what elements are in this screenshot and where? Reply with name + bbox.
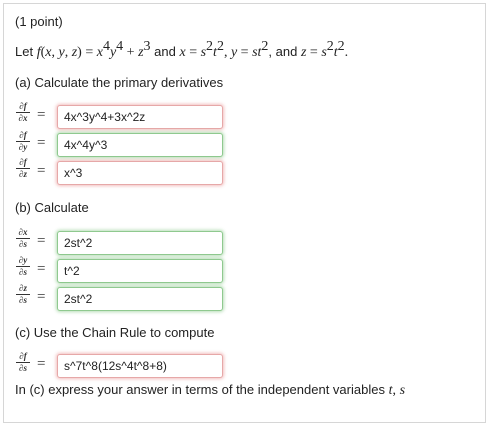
part-b-heading: (b) Calculate [15, 200, 89, 215]
partial-f-y: ∂f ∂y [16, 131, 30, 152]
answer-field-df-dz[interactable]: x^3 [57, 161, 223, 185]
answer-field-dx-ds[interactable]: 2st^2 [57, 231, 223, 255]
answer-field-df-dx[interactable]: 4x^3y^4+3x^2z [57, 105, 223, 129]
partial-y-s: ∂y ∂s [16, 256, 30, 277]
part-c-note: In (c) express your answer in terms of t… [15, 382, 405, 399]
part-a-heading: (a) Calculate the primary derivatives [15, 75, 224, 90]
problem-statement: Let f(x, y, z) = x4y4 + z3 and x = s2t2,… [15, 39, 349, 61]
partial-z-s: ∂z ∂s [16, 284, 30, 305]
equals-sign: = [37, 261, 46, 277]
note-comma: , [392, 383, 396, 398]
part-c-heading: (c) Use the Chain Rule to compute [15, 325, 215, 340]
answer-field-df-ds[interactable]: s^7t^8(12s^4t^8+8) [57, 354, 223, 378]
equals-sign: = [37, 163, 46, 179]
note-text: In (c) express your answer in terms of t… [15, 382, 385, 397]
comma-and: , and [268, 44, 298, 59]
partial-f-s: ∂f ∂s [16, 352, 30, 373]
let-word: Let [15, 44, 34, 59]
equals-sign: = [37, 107, 46, 123]
equals-sign: = [37, 289, 46, 305]
equals-sign: = [37, 233, 46, 249]
partial-x-s: ∂x ∂s [16, 228, 30, 249]
answer-field-df-dy[interactable]: 4x^4y^3 [57, 133, 223, 157]
partial-f-x: ∂f ∂x [16, 102, 30, 123]
equals-sign: = [37, 135, 46, 151]
and-word-1: and [154, 44, 176, 59]
points-label: (1 point) [15, 14, 63, 29]
equals-sign: = [37, 356, 46, 372]
answer-field-dy-ds[interactable]: t^2 [57, 259, 223, 283]
answer-field-dz-ds[interactable]: 2st^2 [57, 287, 223, 311]
note-var-s: s [399, 383, 406, 398]
partial-f-z: ∂f ∂z [16, 158, 30, 179]
